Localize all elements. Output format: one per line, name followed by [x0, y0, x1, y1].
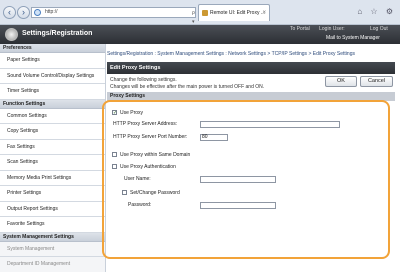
sidebar-heading-system: System Management Settings [0, 232, 105, 242]
description-line-1: Change the following settings. [110, 77, 177, 83]
set-change-password-label: Set/Change Password [130, 190, 180, 196]
sidebar: Preferences Paper Settings Sound Volume … [0, 44, 106, 272]
same-domain-label: Use Proxy within Same Domain [120, 152, 191, 158]
user-name-field[interactable] [200, 176, 276, 183]
sidebar-item-memory-media[interactable]: Memory Media Print Settings [0, 170, 105, 186]
settings-logo-icon [5, 28, 18, 41]
browser-chrome: ‹ › http:// ρ ▾ ⊠ C × Remote UI: Edit Pr… [0, 0, 400, 52]
sidebar-item-fax-settings[interactable]: Fax Settings [0, 139, 105, 155]
to-portal-link[interactable]: To Portal [290, 26, 310, 32]
back-button[interactable]: ‹ [3, 6, 16, 19]
app-title: Settings/Registration [22, 30, 93, 37]
sidebar-item-output-report[interactable]: Output Report Settings [0, 201, 105, 217]
header-links: To Portal Login User: [290, 26, 353, 32]
password-label: Password: [128, 202, 152, 208]
sidebar-item-system-management[interactable]: System Management [0, 241, 105, 257]
sidebar-item-paper-settings[interactable]: Paper Settings [0, 53, 105, 69]
sidebar-item-timer-settings[interactable]: Timer Settings [0, 84, 105, 100]
sidebar-item-printer-settings[interactable]: Printer Settings [0, 186, 105, 202]
favicon-icon [202, 10, 208, 16]
ok-button[interactable]: OK [325, 76, 357, 87]
use-auth-label: Use Proxy Authentication [120, 164, 176, 170]
http-port-field[interactable]: 80 [200, 134, 228, 141]
login-user-label: Login User: [319, 26, 345, 32]
use-proxy-label: Use Proxy [120, 110, 144, 116]
http-port-label: HTTP Proxy Server Port Number: [113, 134, 188, 140]
globe-icon [34, 9, 41, 16]
browser-toolbar-icons[interactable]: ⌂ ☆ ⚙ [357, 7, 396, 16]
password-field[interactable] [200, 202, 276, 209]
breadcrumb[interactable]: Settings/Registration : System Managemen… [107, 51, 400, 57]
sidebar-item-scan-settings[interactable]: Scan Settings [0, 155, 105, 171]
forward-button[interactable]: › [17, 6, 30, 19]
tab-close-icon[interactable]: × [262, 5, 266, 21]
back-arrow-icon: ‹ [8, 7, 11, 17]
use-auth-checkbox[interactable] [112, 164, 117, 169]
address-url: http:// [45, 9, 58, 15]
sidebar-item-favorite-settings[interactable]: Favorite Settings [0, 217, 105, 233]
forward-arrow-icon: › [22, 7, 25, 17]
sidebar-item-department-id[interactable]: Department ID Management [0, 257, 105, 272]
app-header: Settings/Registration To Portal Login Us… [0, 25, 400, 44]
logout-link[interactable]: Log Out [370, 26, 388, 32]
http-address-label: HTTP Proxy Server Address: [113, 121, 178, 127]
use-proxy-checkbox[interactable]: ✓ [112, 110, 118, 116]
sidebar-item-sound-volume[interactable]: Sound Volume Control/Display Settings [0, 68, 105, 84]
http-address-field[interactable] [200, 121, 340, 128]
page-description: Change the following settings. Changes w… [110, 77, 264, 91]
main-panel: Settings/Registration : System Managemen… [102, 44, 400, 272]
checkmark-icon: ✓ [113, 110, 118, 116]
address-bar[interactable]: http:// ρ ▾ ⊠ C × [31, 7, 196, 52]
page-title: Edit Proxy Settings [107, 62, 395, 74]
sidebar-item-copy-settings[interactable]: Copy Settings [0, 124, 105, 140]
user-name-label: User Name: [124, 176, 151, 182]
mail-system-manager-link[interactable]: Mail to System Manager [326, 35, 380, 41]
sidebar-heading-preferences: Preferences [0, 44, 105, 53]
sidebar-item-common-settings[interactable]: Common Settings [0, 108, 105, 124]
cancel-button[interactable]: Cancel [360, 76, 393, 87]
browser-tab[interactable]: Remote UI: Edit Proxy ... × [198, 4, 270, 21]
set-change-password-checkbox[interactable] [122, 190, 127, 195]
sidebar-heading-function: Function Settings [0, 99, 105, 109]
tab-title: Remote UI: Edit Proxy ... [210, 10, 266, 16]
same-domain-checkbox[interactable] [112, 152, 117, 157]
description-line-2: Changes will be effective after the main… [110, 84, 265, 90]
